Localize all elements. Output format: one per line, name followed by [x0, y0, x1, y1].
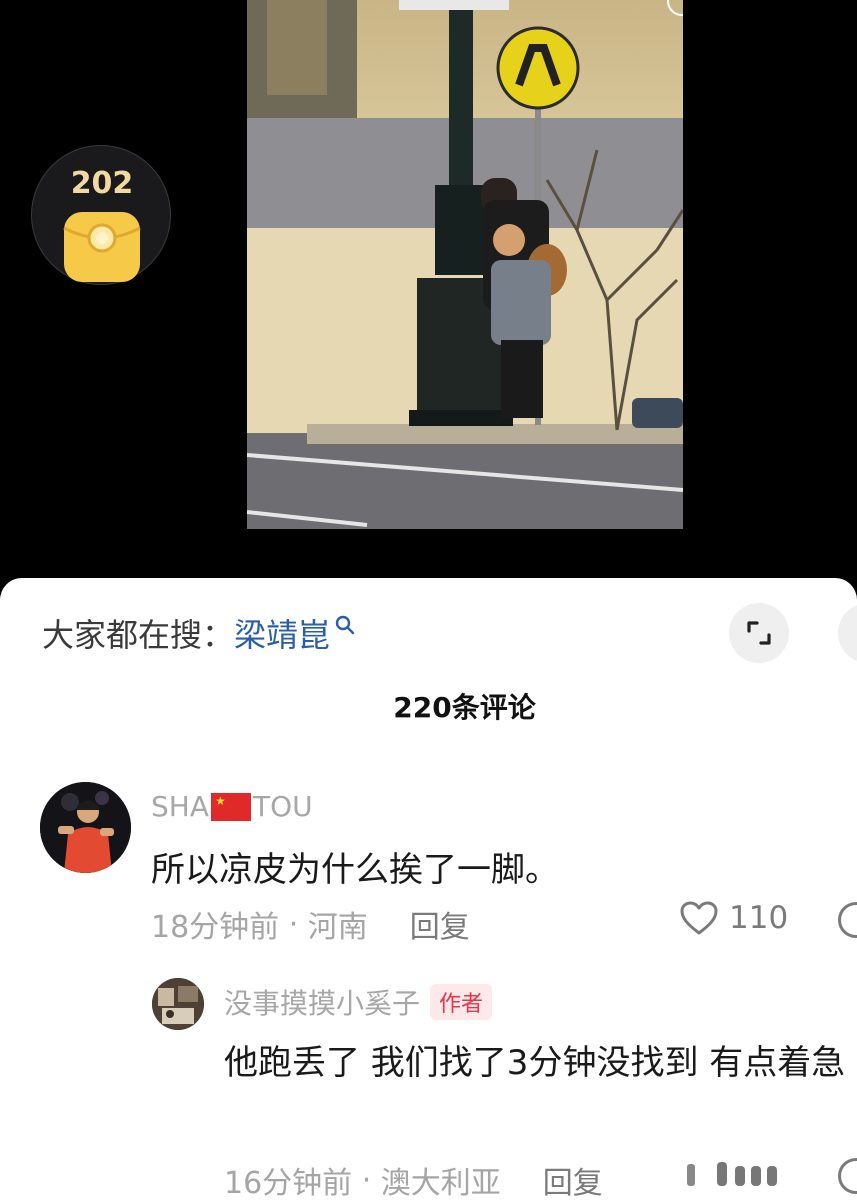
trending-search[interactable]: 大家都在搜： 梁靖崑: [42, 611, 356, 655]
reply-username: 没事摸摸小奚子: [224, 987, 421, 1020]
username-part-2: TOU: [252, 790, 313, 823]
reply-time: 16分钟前: [224, 1166, 353, 1201]
red-envelope-icon: [63, 212, 141, 282]
reply-avatar[interactable]: [152, 978, 204, 1030]
reward-coin-badge[interactable]: 202: [31, 145, 171, 285]
expand-button[interactable]: [729, 603, 789, 663]
reply-meta: 16分钟前 · 澳大利亚 回复: [224, 1158, 603, 1202]
reply-text: 他跑丢了 我们找了3分钟没找到 有点着急 。: [224, 1043, 857, 1083]
like-button[interactable]: 110: [679, 900, 788, 936]
reply-avatar-image: [152, 978, 204, 1030]
heart-icon: [680, 901, 718, 935]
reply-reaction-button[interactable]: [679, 1156, 807, 1192]
video-still-image: [247, 0, 683, 529]
comment-username[interactable]: SHA ★ TOU: [151, 790, 313, 823]
username-part-1: SHA: [151, 790, 209, 823]
comment-time: 18分钟前: [151, 910, 280, 945]
avatar[interactable]: [40, 782, 131, 873]
video-player[interactable]: 202: [0, 0, 857, 585]
search-icon[interactable]: [334, 614, 356, 636]
reply-username-row[interactable]: 没事摸摸小奚子 作者: [224, 982, 493, 1022]
coin-count: 202: [70, 166, 134, 201]
like-count: 110: [729, 900, 789, 936]
trending-search-term[interactable]: 梁靖崑: [234, 610, 330, 656]
china-flag-icon: ★: [210, 792, 251, 821]
expand-icon: [747, 621, 771, 645]
comment-location: 河南: [307, 910, 368, 945]
reply-dislike-icon[interactable]: [838, 1158, 857, 1194]
trending-search-prefix: 大家都在搜：: [42, 616, 235, 654]
reply-button[interactable]: 回复: [410, 902, 470, 946]
comment-count-title: 220条评论: [393, 691, 536, 724]
comment-meta: 18分钟前 · 河南 回复: [151, 902, 470, 946]
close-button[interactable]: [838, 603, 857, 663]
reply-location: 澳大利亚: [380, 1166, 501, 1201]
comments-sheet: 大家都在搜： 梁靖崑 220条评论 SHA ★ TOU 所以凉皮为什么挨了一脚。…: [0, 578, 857, 1203]
comment-text: 所以凉皮为什么挨了一脚。: [151, 850, 559, 890]
video-frame[interactable]: [247, 0, 683, 529]
author-badge: 作者: [430, 984, 493, 1020]
dislike-icon[interactable]: [838, 902, 857, 938]
reaction-emoji-icon: [687, 1162, 777, 1186]
avatar-image: [40, 782, 131, 873]
reply-reply-button[interactable]: 回复: [543, 1158, 603, 1202]
meta-separator: ·: [352, 1162, 381, 1198]
meta-separator: ·: [279, 906, 308, 942]
